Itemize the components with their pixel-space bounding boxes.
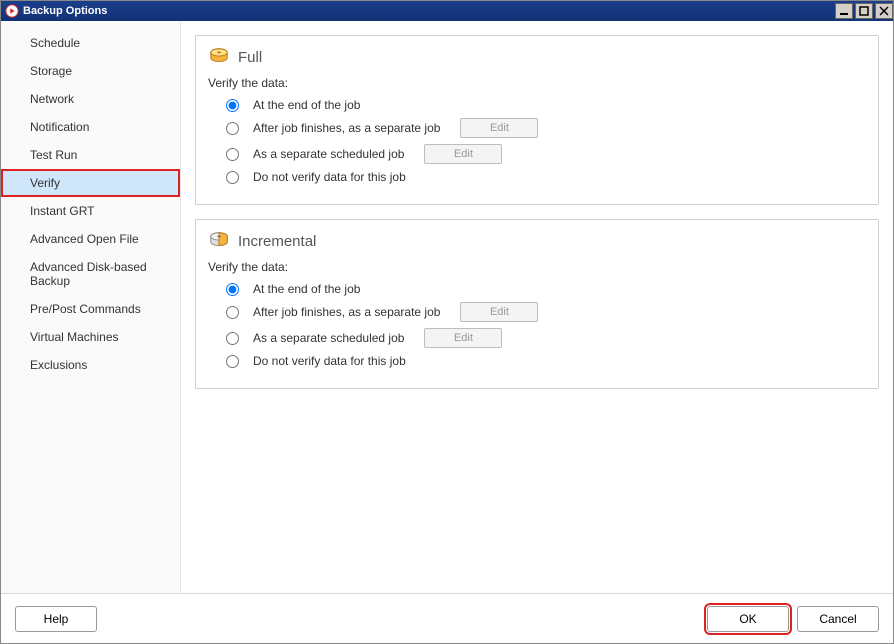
edit-button-full-2[interactable]: Edit — [460, 118, 538, 138]
sidebar-item-advanced-disk-backup[interactable]: Advanced Disk-based Backup — [1, 253, 180, 295]
sidebar-item-advanced-open-file[interactable]: Advanced Open File — [1, 225, 180, 253]
disk-full-icon — [208, 46, 230, 68]
sidebar-item-schedule[interactable]: Schedule — [1, 29, 180, 57]
panel-incremental: Incremental Verify the data: At the end … — [195, 219, 879, 389]
main-content: Full Verify the data: At the end of the … — [181, 21, 893, 593]
sidebar-item-label: Instant GRT — [30, 204, 94, 218]
full-option-2[interactable]: After job finishes, as a separate job Ed… — [226, 118, 866, 138]
full-option-3[interactable]: As a separate scheduled job Edit — [226, 144, 866, 164]
full-option-4[interactable]: Do not verify data for this job — [226, 170, 866, 184]
cancel-button[interactable]: Cancel — [797, 606, 879, 632]
incr-option-3[interactable]: As a separate scheduled job Edit — [226, 328, 866, 348]
sidebar-item-virtual-machines[interactable]: Virtual Machines — [1, 323, 180, 351]
edit-button-incr-2[interactable]: Edit — [460, 302, 538, 322]
sidebar-item-label: Notification — [30, 120, 89, 134]
title-bar: Backup Options — [1, 1, 893, 21]
sidebar-item-label: Exclusions — [30, 358, 87, 372]
sidebar-item-label: Pre/Post Commands — [30, 302, 141, 316]
sidebar-item-label: Storage — [30, 64, 72, 78]
radio-incr-1[interactable] — [226, 283, 239, 296]
radio-label: As a separate scheduled job — [253, 147, 404, 161]
sidebar-item-label: Verify — [30, 176, 60, 190]
incr-option-2[interactable]: After job finishes, as a separate job Ed… — [226, 302, 866, 322]
sidebar-item-label: Test Run — [30, 148, 77, 162]
sidebar-item-test-run[interactable]: Test Run — [1, 141, 180, 169]
sidebar-item-prepost-commands[interactable]: Pre/Post Commands — [1, 295, 180, 323]
incr-option-1[interactable]: At the end of the job — [226, 282, 866, 296]
radio-label: Do not verify data for this job — [253, 354, 406, 368]
radio-full-1[interactable] — [226, 99, 239, 112]
body-area: Schedule Storage Network Notification Te… — [1, 21, 893, 593]
panel-full-prompt: Verify the data: — [208, 76, 866, 90]
sidebar-item-verify[interactable]: Verify — [1, 169, 180, 197]
sidebar-item-notification[interactable]: Notification — [1, 113, 180, 141]
panel-incremental-title: Incremental — [238, 233, 316, 250]
radio-label: Do not verify data for this job — [253, 170, 406, 184]
maximize-button[interactable] — [855, 3, 873, 19]
radio-label: After job finishes, as a separate job — [253, 121, 440, 135]
panel-incremental-prompt: Verify the data: — [208, 260, 866, 274]
sidebar: Schedule Storage Network Notification Te… — [1, 21, 181, 593]
radio-incr-4[interactable] — [226, 355, 239, 368]
radio-label: At the end of the job — [253, 282, 360, 296]
radio-incr-2[interactable] — [226, 306, 239, 319]
full-option-1[interactable]: At the end of the job — [226, 98, 866, 112]
sidebar-item-label: Advanced Disk-based Backup — [30, 260, 147, 288]
sidebar-item-network[interactable]: Network — [1, 85, 180, 113]
radio-label: At the end of the job — [253, 98, 360, 112]
panel-full-title: Full — [238, 49, 262, 66]
radio-full-4[interactable] — [226, 171, 239, 184]
sidebar-item-storage[interactable]: Storage — [1, 57, 180, 85]
sidebar-item-exclusions[interactable]: Exclusions — [1, 351, 180, 379]
radio-incr-3[interactable] — [226, 332, 239, 345]
footer: Help OK Cancel — [1, 593, 893, 643]
help-button[interactable]: Help — [15, 606, 97, 632]
sidebar-item-label: Virtual Machines — [30, 330, 119, 344]
ok-button[interactable]: OK — [707, 606, 789, 632]
window-root: Backup Options Schedule Storage Network … — [0, 0, 894, 644]
window-title: Backup Options — [23, 5, 107, 17]
radio-full-2[interactable] — [226, 122, 239, 135]
sidebar-item-label: Network — [30, 92, 74, 106]
incr-option-4[interactable]: Do not verify data for this job — [226, 354, 866, 368]
minimize-button[interactable] — [835, 3, 853, 19]
app-icon — [5, 4, 19, 18]
disk-incremental-icon — [208, 230, 230, 252]
radio-full-3[interactable] — [226, 148, 239, 161]
radio-label: As a separate scheduled job — [253, 331, 404, 345]
sidebar-item-label: Schedule — [30, 36, 80, 50]
panel-full: Full Verify the data: At the end of the … — [195, 35, 879, 205]
close-button[interactable] — [875, 3, 893, 19]
radio-label: After job finishes, as a separate job — [253, 305, 440, 319]
sidebar-item-instant-grt[interactable]: Instant GRT — [1, 197, 180, 225]
sidebar-item-label: Advanced Open File — [30, 232, 139, 246]
edit-button-full-3[interactable]: Edit — [424, 144, 502, 164]
window-controls — [833, 3, 893, 19]
edit-button-incr-3[interactable]: Edit — [424, 328, 502, 348]
